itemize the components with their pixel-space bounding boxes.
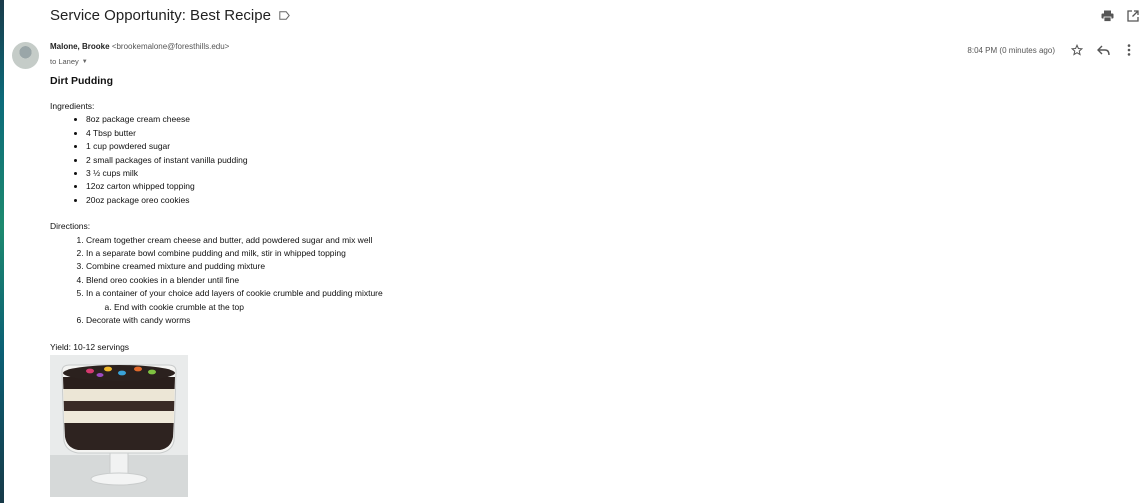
recipients-row[interactable]: to Laney ▼	[50, 57, 88, 66]
yield-text: Yield: 10-12 servings	[50, 341, 130, 352]
sender-name[interactable]: Malone, Brooke	[50, 42, 110, 51]
subject-row: Service Opportunity: Best Recipe	[50, 4, 290, 26]
list-item: In a container of your choice add layers…	[86, 287, 750, 314]
directions-label: Directions:	[50, 221, 91, 232]
directions-list: Cream together cream cheese and butter, …	[50, 234, 750, 328]
sender-row: Malone, Brooke <brookemalone@foresthills…	[50, 42, 229, 51]
print-icon[interactable]	[1099, 8, 1115, 24]
recipe-title: Dirt Pudding	[50, 75, 113, 87]
list-item: 3 ½ cups milk	[86, 167, 750, 180]
top-actions	[1099, 8, 1141, 24]
timestamp: 8:04 PM (0 minutes ago)	[967, 45, 1055, 55]
list-item: 8oz package cream cheese	[86, 113, 750, 126]
direction-text: In a container of your choice add layers…	[86, 288, 383, 299]
list-item: End with cookie crumble at the top	[114, 301, 750, 314]
label-icon[interactable]	[279, 10, 290, 20]
reply-icon[interactable]	[1095, 42, 1111, 58]
recipients-label: to Laney	[50, 57, 79, 66]
sender-email: <brookemalone@foresthills.edu>	[111, 42, 230, 51]
ingredients-label: Ingredients:	[50, 101, 95, 111]
list-item: 4 Tbsp butter	[86, 127, 750, 140]
list-item: 2 small packages of instant vanilla pudd…	[86, 154, 750, 167]
left-edge-strip	[0, 0, 4, 503]
avatar[interactable]	[12, 42, 39, 69]
list-item: 20oz package oreo cookies	[86, 194, 750, 207]
email-subject: Service Opportunity: Best Recipe	[50, 6, 271, 24]
star-icon[interactable]	[1069, 42, 1085, 58]
open-in-new-window-icon[interactable]	[1125, 8, 1141, 24]
list-item: Blend oreo cookies in a blender until fi…	[86, 274, 750, 287]
message-meta: 8:04 PM (0 minutes ago)	[967, 42, 1137, 58]
list-item: Combine creamed mixture and pudding mixt…	[86, 260, 750, 273]
list-item: 1 cup powdered sugar	[86, 140, 750, 153]
list-item: Cream together cream cheese and butter, …	[86, 234, 750, 247]
ingredients-list: 8oz package cream cheese 4 Tbsp butter 1…	[50, 113, 750, 207]
list-item: Decorate with candy worms	[86, 314, 750, 327]
list-item: In a separate bowl combine pudding and m…	[86, 247, 750, 260]
sub-directions-list: End with cookie crumble at the top	[86, 301, 750, 314]
email-body: Dirt Pudding Ingredients: 8oz package cr…	[50, 74, 750, 497]
list-item: 12oz carton whipped topping	[86, 180, 750, 193]
chevron-down-icon[interactable]: ▼	[82, 59, 88, 65]
more-vert-icon[interactable]	[1121, 42, 1137, 58]
dessert-photo[interactable]	[50, 354, 188, 497]
